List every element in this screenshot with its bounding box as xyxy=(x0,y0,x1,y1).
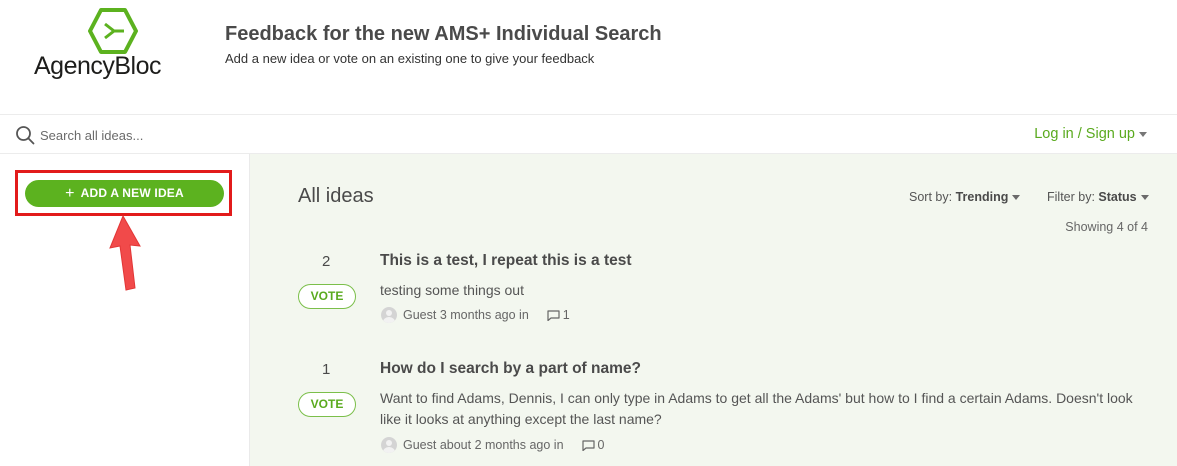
login-signup-link[interactable]: Log in / Sign up xyxy=(1034,126,1147,142)
idea-title[interactable]: How do I search by a part of name? xyxy=(380,360,641,378)
filter-value: Status xyxy=(1098,190,1137,204)
idea-meta: Guest 3 months ago in 1 xyxy=(381,307,570,323)
vote-button[interactable]: VOTE xyxy=(298,392,356,417)
idea-title[interactable]: This is a test, I repeat this is a test xyxy=(380,252,632,270)
idea-author-time: Guest about 2 months ago in xyxy=(403,438,564,452)
comment-count[interactable]: 1 xyxy=(563,308,570,322)
login-signup-label: Log in / Sign up xyxy=(1034,126,1135,142)
sort-dropdown[interactable]: Sort by: Trending xyxy=(909,190,1021,204)
agencybloc-logo[interactable]: AgencyBloc xyxy=(34,8,162,88)
search-icon xyxy=(16,126,35,145)
avatar-icon xyxy=(381,437,397,453)
red-arrow-annotation xyxy=(109,214,141,291)
results-count: Showing 4 of 4 xyxy=(1065,220,1148,234)
hexagon-logo-icon xyxy=(88,8,138,54)
ideas-panel: All ideas Sort by: Trending Filter by: S… xyxy=(250,154,1177,466)
filter-dropdown[interactable]: Filter by: Status xyxy=(1047,190,1149,204)
idea-author-time: Guest 3 months ago in xyxy=(403,308,529,322)
sort-value: Trending xyxy=(955,190,1009,204)
comment-icon[interactable] xyxy=(581,440,595,451)
page-header: AgencyBloc Feedback for the new AMS+ Ind… xyxy=(0,0,1177,114)
chevron-down-icon xyxy=(1012,195,1021,201)
add-new-idea-label: ADD A NEW IDEA xyxy=(80,186,184,200)
idea-description: testing some things out xyxy=(380,282,524,298)
page-title: Feedback for the new AMS+ Individual Sea… xyxy=(225,23,662,45)
ideas-heading: All ideas xyxy=(298,185,374,207)
avatar-icon xyxy=(381,307,397,323)
vote-button[interactable]: VOTE xyxy=(298,284,356,309)
search-bar: Log in / Sign up xyxy=(0,114,1177,154)
sidebar: + ADD A NEW IDEA xyxy=(0,154,250,466)
vote-count: 1 xyxy=(322,361,331,378)
page-subtitle: Add a new idea or vote on an existing on… xyxy=(225,51,595,66)
comment-count[interactable]: 0 xyxy=(598,438,605,452)
chevron-down-icon xyxy=(1139,131,1147,137)
chevron-down-icon xyxy=(1140,195,1149,201)
idea-description: Want to find Adams, Dennis, I can only t… xyxy=(380,390,1133,427)
sort-prefix: Sort by: xyxy=(909,190,953,204)
logo-text: AgencyBloc xyxy=(34,52,162,80)
plus-icon: + xyxy=(65,185,75,202)
filter-prefix: Filter by: xyxy=(1047,190,1095,204)
vote-count: 2 xyxy=(322,253,331,270)
add-new-idea-button[interactable]: + ADD A NEW IDEA xyxy=(25,180,224,207)
comment-icon[interactable] xyxy=(547,310,560,321)
search-input[interactable] xyxy=(40,124,440,146)
idea-meta: Guest about 2 months ago in 0 xyxy=(381,437,604,453)
